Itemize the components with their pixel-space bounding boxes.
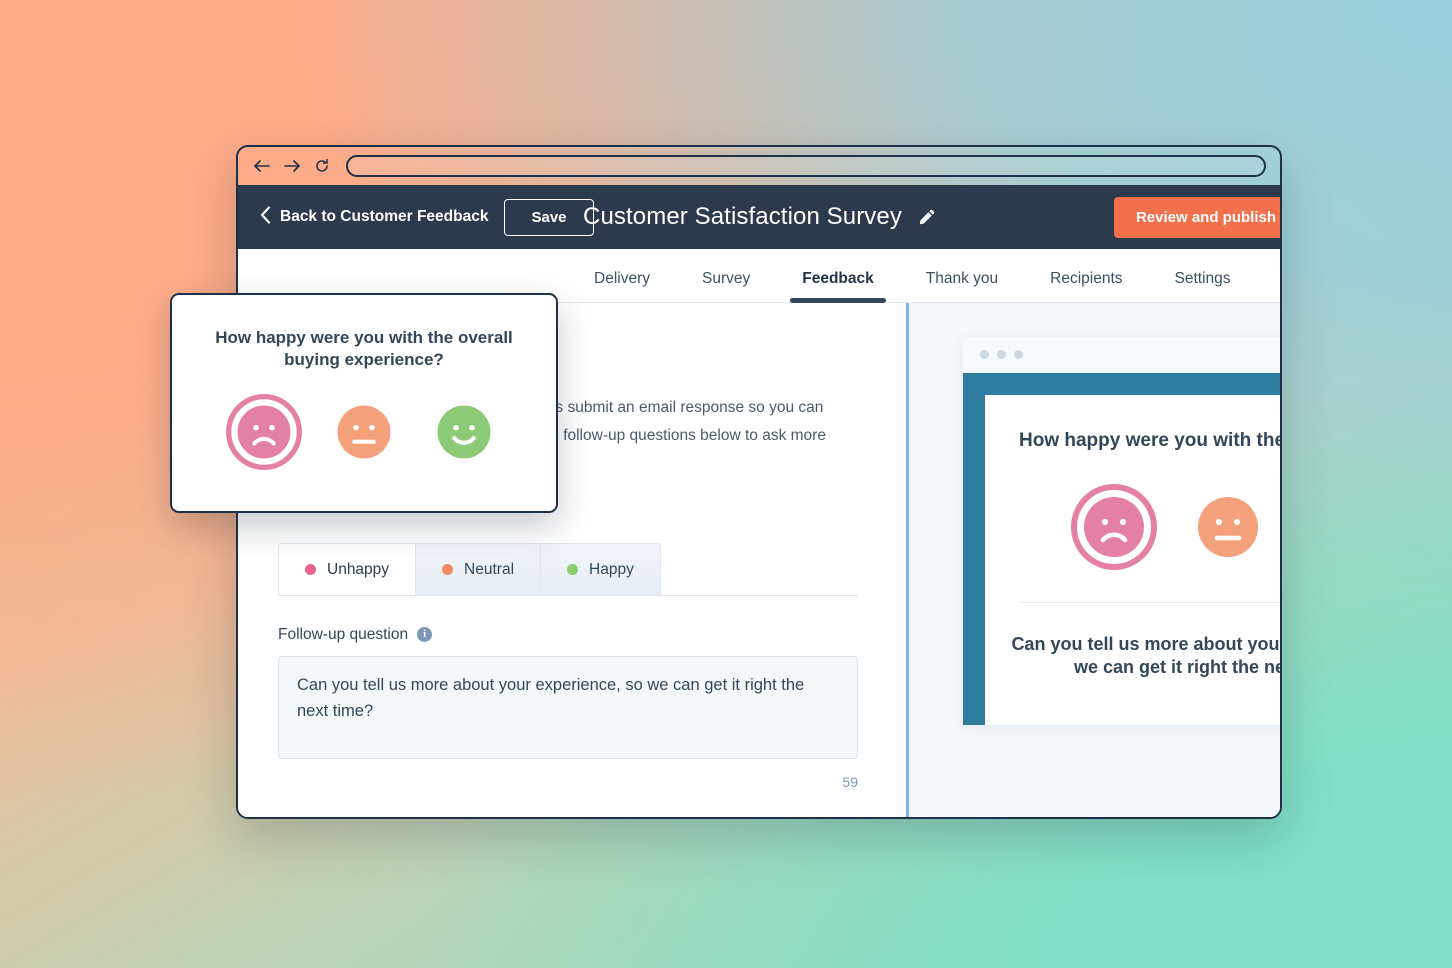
preview-brand-band: How happy were you with the overall buyi…: [963, 373, 1280, 725]
neutral-face-icon[interactable]: [1185, 484, 1271, 570]
tab-delivery[interactable]: Delivery: [568, 270, 676, 302]
mood-tab-neutral[interactable]: Neutral: [416, 542, 542, 595]
sad-face-icon[interactable]: [226, 393, 302, 470]
review-and-publish-button[interactable]: Review and publish: [1113, 197, 1280, 238]
mood-tab-unhappy-label: Unhappy: [327, 560, 390, 578]
happy-face-icon[interactable]: [426, 394, 502, 470]
window-dot-icon: [1014, 350, 1023, 359]
tab-feedback[interactable]: Feedback: [776, 270, 900, 303]
mood-tab-happy[interactable]: Happy: [541, 542, 661, 595]
question-preview-popup: How happy were you with the overall buyi…: [170, 293, 558, 513]
app-header: Back to Customer Feedback Save Customer …: [238, 185, 1280, 249]
mood-tab-happy-label: Happy: [589, 560, 634, 578]
window-dot-icon: [980, 350, 989, 359]
preview-face-group: [985, 483, 1280, 570]
email-preview-window: How happy were you with the overall buyi…: [963, 337, 1280, 725]
followup-label-row: Follow-up question i: [278, 626, 860, 644]
happy-dot-icon: [567, 564, 579, 576]
popup-question-text: How happy were you with the overall buyi…: [215, 328, 513, 370]
info-icon[interactable]: i: [417, 627, 433, 643]
window-dot-icon: [997, 350, 1006, 359]
chevron-left-icon: [260, 206, 271, 228]
arrow-left-icon[interactable]: [252, 156, 272, 176]
tab-recipients[interactable]: Recipients: [1024, 270, 1148, 302]
reload-icon[interactable]: [312, 156, 332, 176]
url-input[interactable]: [346, 155, 1266, 177]
mood-tab-neutral-label: Neutral: [464, 560, 515, 578]
survey-title-group: Customer Satisfaction Survey: [583, 203, 935, 231]
browser-chrome: [238, 147, 1280, 185]
followup-question-label: Follow-up question: [278, 625, 409, 643]
character-count: 59: [842, 773, 858, 790]
mood-tab-group: Unhappy Neutral Happy: [278, 542, 858, 596]
preview-question-text: How happy were you with the overall buyi…: [1019, 430, 1280, 451]
preview-divider: [1019, 601, 1280, 603]
page-title: Customer Satisfaction Survey: [583, 203, 902, 230]
popup-face-group: [226, 393, 502, 470]
mood-tab-unhappy[interactable]: Unhappy: [278, 542, 417, 595]
sad-face-icon[interactable]: [1071, 483, 1157, 570]
tab-settings[interactable]: Settings: [1149, 270, 1257, 302]
tab-survey[interactable]: Survey: [676, 270, 776, 302]
pencil-icon[interactable]: [918, 209, 935, 226]
neutral-face-icon[interactable]: [326, 394, 402, 470]
background-gradient: Back to Customer Feedback Save Customer …: [0, 0, 1452, 968]
preview-pane: How happy were you with the overall buyi…: [909, 303, 1280, 817]
arrow-right-icon[interactable]: [282, 156, 302, 176]
preview-titlebar: [963, 337, 1280, 373]
tab-thank-you[interactable]: Thank you: [900, 270, 1024, 302]
preview-email-card: How happy were you with the overall buyi…: [985, 395, 1280, 725]
unhappy-dot-icon: [305, 564, 316, 576]
tab-automation[interactable]: Automation: [1257, 270, 1280, 302]
back-link-label: Back to Customer Feedback: [280, 208, 489, 225]
back-to-customer-feedback-link[interactable]: Back to Customer Feedback: [260, 206, 488, 228]
neutral-dot-icon: [442, 564, 454, 576]
followup-question-input[interactable]: [278, 655, 858, 759]
save-button[interactable]: Save: [504, 198, 594, 236]
preview-followup-text: Can you tell us more about your experien…: [1011, 633, 1280, 678]
